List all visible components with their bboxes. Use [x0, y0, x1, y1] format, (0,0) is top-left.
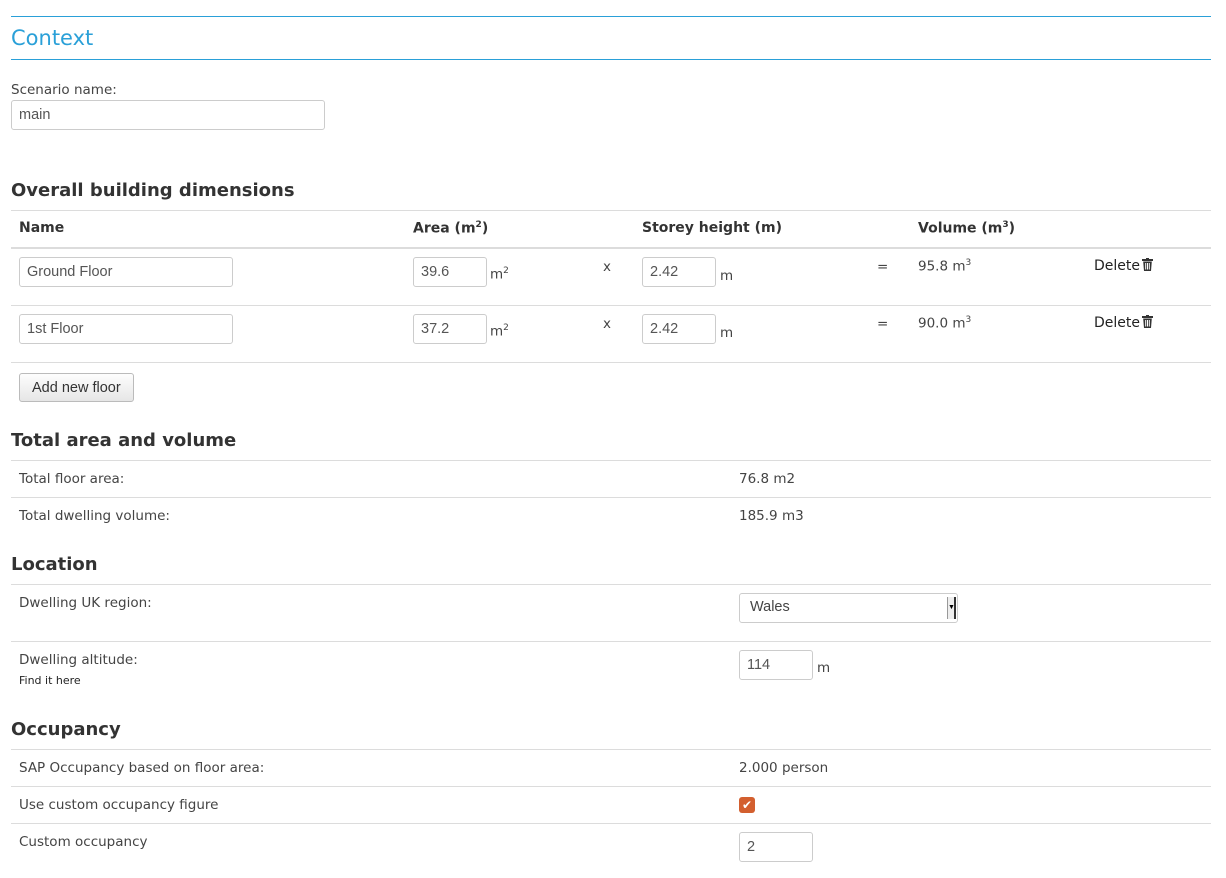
- totals-title: Total area and volume: [11, 430, 237, 451]
- times-symbol: x: [603, 259, 611, 275]
- row-divider: [11, 641, 1211, 642]
- floor-area-input[interactable]: [413, 314, 487, 344]
- custom-occupancy-checkbox[interactable]: ✔: [739, 797, 755, 813]
- location-title: Location: [11, 554, 98, 575]
- height-unit: m: [720, 268, 734, 284]
- total-volume-label: Total dwelling volume:: [19, 508, 170, 524]
- region-label: Dwelling UK region:: [19, 595, 152, 611]
- region-select[interactable]: Wales ▼: [739, 593, 958, 623]
- dimensions-rule: [11, 210, 1211, 211]
- trash-icon: [1142, 315, 1153, 328]
- sap-occupancy-label: SAP Occupancy based on floor area:: [19, 760, 265, 776]
- sap-occupancy-value: 2.000 person: [739, 760, 829, 776]
- times-symbol: x: [603, 316, 611, 332]
- floor-name-input[interactable]: [19, 314, 233, 344]
- row-divider: [11, 823, 1211, 824]
- row-divider: [11, 497, 1211, 498]
- floor-name-input[interactable]: [19, 257, 233, 287]
- height-unit: m: [720, 325, 734, 341]
- find-it-here-link[interactable]: Find it here: [19, 674, 81, 687]
- delete-button[interactable]: Delete: [1094, 315, 1153, 331]
- custom-occupancy-toggle-label: Use custom occupancy figure: [19, 797, 219, 813]
- floor-volume: 95.8 m3: [918, 258, 972, 275]
- trash-icon: [1142, 258, 1153, 271]
- header-rule: [11, 247, 1211, 249]
- context-bottom-rule: [11, 59, 1211, 60]
- occupancy-title: Occupancy: [11, 719, 121, 740]
- scenario-name-label: Scenario name:: [11, 82, 117, 98]
- row-divider: [11, 305, 1211, 306]
- floor-area-input[interactable]: [413, 257, 487, 287]
- header-area: Area (m2): [413, 220, 489, 237]
- custom-occupancy-label: Custom occupancy: [19, 834, 148, 850]
- totals-rule: [11, 460, 1211, 461]
- altitude-input[interactable]: [739, 650, 813, 680]
- chevron-down-icon: ▼: [947, 597, 956, 619]
- context-top-rule: [11, 16, 1211, 17]
- dimensions-title: Overall building dimensions: [11, 180, 295, 201]
- occupancy-rule: [11, 749, 1211, 750]
- delete-button[interactable]: Delete: [1094, 258, 1153, 274]
- equals-symbol: =: [877, 259, 889, 275]
- table-bottom-rule: [11, 362, 1211, 363]
- row-divider: [11, 786, 1211, 787]
- location-rule: [11, 584, 1211, 585]
- header-volume: Volume (m3): [918, 220, 1016, 237]
- equals-symbol: =: [877, 316, 889, 332]
- scenario-name-input[interactable]: [11, 100, 325, 130]
- add-floor-button[interactable]: Add new floor: [19, 373, 134, 402]
- total-floor-area-value: 76.8 m2: [739, 471, 796, 487]
- total-volume-value: 185.9 m3: [739, 508, 804, 524]
- area-unit: m2: [490, 323, 509, 340]
- region-select-value: Wales: [750, 599, 790, 615]
- storey-height-input[interactable]: [642, 257, 716, 287]
- area-unit: m2: [490, 266, 509, 283]
- header-storey-height: Storey height (m): [642, 220, 782, 236]
- page-title: Context: [11, 26, 94, 50]
- floor-volume: 90.0 m3: [918, 315, 972, 332]
- altitude-unit: m: [817, 660, 831, 676]
- altitude-label: Dwelling altitude:: [19, 652, 138, 668]
- total-floor-area-label: Total floor area:: [19, 471, 125, 487]
- storey-height-input[interactable]: [642, 314, 716, 344]
- custom-occupancy-input[interactable]: [739, 832, 813, 862]
- header-name: Name: [19, 220, 65, 236]
- checkmark-icon: ✔: [741, 798, 753, 812]
